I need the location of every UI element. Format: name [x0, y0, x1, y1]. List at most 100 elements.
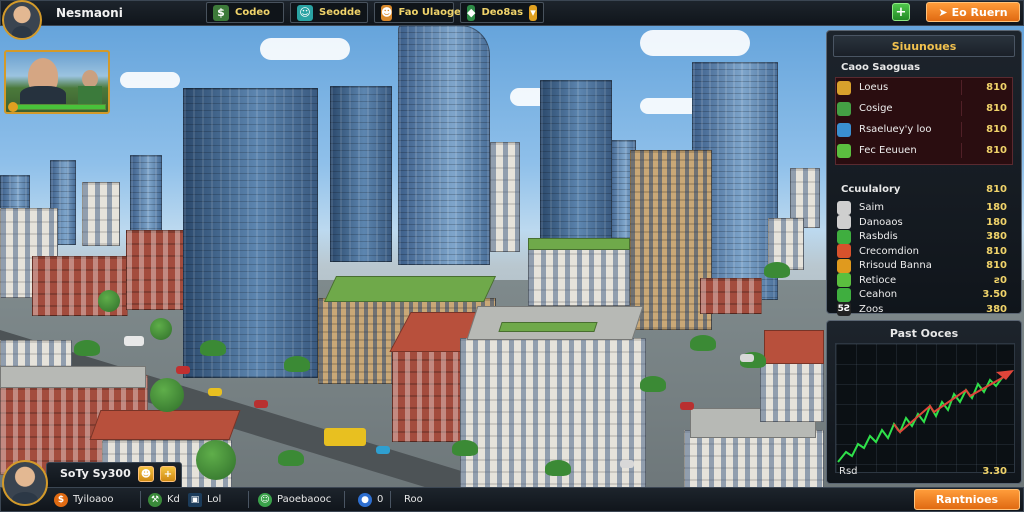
stat-label: Cosige [859, 103, 893, 114]
player-avatar[interactable] [2, 0, 42, 40]
player-name: Nesmaoni [56, 6, 123, 20]
skyscraper [540, 80, 612, 245]
tree [150, 318, 172, 340]
skyscraper [183, 88, 318, 378]
advisor-portrait[interactable] [4, 50, 110, 114]
bottom-slot-map[interactable]: ▣ Lol [188, 490, 221, 509]
bottom-slot-label: Lol [207, 494, 222, 505]
upgrade-button[interactable]: + [160, 466, 176, 482]
divider [248, 491, 249, 508]
bottom-slot-label: Kd [167, 494, 180, 505]
trend-arrow-icon [996, 370, 1014, 380]
happiness-icon: ☻ [381, 4, 393, 21]
stat-label: Retioce [859, 274, 897, 286]
building-icon [837, 80, 851, 95]
tree [196, 440, 236, 480]
stat-label: Loeus [859, 82, 889, 93]
green-roof [528, 238, 630, 250]
palm-tree [278, 450, 304, 466]
tree [98, 290, 120, 312]
rooftop-garden [323, 276, 497, 302]
stat-row[interactable]: Cosige 810 [837, 100, 1011, 117]
graph-plot[interactable] [835, 343, 1015, 473]
stat-label: Ceahon [859, 289, 898, 300]
taxi [208, 388, 222, 396]
resource-defense[interactable]: ◆ Deo8as ▾ [460, 2, 544, 23]
bottom-slot-label: Roo [404, 494, 423, 505]
stat-row[interactable]: Fec Eeuuen 810 [837, 142, 1011, 159]
stats-subheading: Ccuulalory [841, 184, 901, 195]
stat-label: Saim [859, 202, 884, 213]
stat-label: Rsaeluey'y loo [859, 124, 932, 135]
graph-footer-right: 3.30 [982, 466, 1007, 477]
chevron-down-icon[interactable]: ▾ [529, 4, 537, 21]
car [254, 400, 268, 408]
advisor-progress-bar [10, 104, 106, 110]
palm-tree [452, 440, 478, 456]
palm-tree [200, 340, 226, 356]
graph-footer-left: Rsd [839, 466, 858, 477]
plus-icon: + [163, 468, 173, 480]
resource-value: Fao Ulaoge [398, 7, 461, 18]
smile-icon: ☻ [140, 468, 152, 480]
palm-tree [545, 460, 571, 476]
add-button[interactable]: + [892, 3, 910, 21]
bottom-slot-build[interactable]: ⚒ Kd [148, 490, 180, 509]
stat-label: Fec Eeuuen [859, 145, 917, 156]
resource-value: Deo8as [481, 7, 524, 18]
car [680, 402, 694, 410]
bottom-slot-overview[interactable]: Roo [404, 490, 423, 509]
cloud [260, 38, 350, 60]
emote-button[interactable]: ☻ [138, 466, 154, 482]
van [124, 336, 144, 346]
palm-tree [74, 340, 100, 356]
resource-population[interactable]: ☺ Seodde [290, 2, 368, 23]
stat-value: 380 [986, 303, 1007, 315]
settings-button[interactable]: Rantnioes [914, 489, 1020, 510]
red-roof [764, 330, 824, 364]
stat-row[interactable]: 5Ꙅ Zoos 380 [837, 301, 1011, 318]
coin-icon: $ [54, 492, 68, 507]
mayor-avatar[interactable] [2, 460, 48, 506]
bottom-slot-finance[interactable]: $ Tyiloaoo [54, 490, 114, 509]
leaf-icon [837, 273, 851, 287]
return-button[interactable]: ➤ Eo Ruern [926, 2, 1020, 22]
resource-happiness[interactable]: ☻ Fao Ulaoge [374, 2, 461, 23]
stats-title: Siuunoues [833, 35, 1015, 57]
skyline-building [82, 182, 120, 246]
water-icon: ● [358, 492, 372, 507]
stats-section-heading: Caoo Saoguas [841, 62, 921, 73]
bottom-slot-citizens[interactable]: ☺ Paoebaooc [258, 490, 331, 509]
resource-cash[interactable]: $ Codeo [206, 2, 284, 23]
coin-icon [837, 244, 851, 258]
return-button-label: Eo Ruern [951, 5, 1008, 19]
stat-row[interactable]: Loeus 810 [837, 79, 1011, 96]
settings-button-label: Rantnioes [935, 493, 999, 506]
population-icon: ☺ [297, 4, 313, 21]
bottom-slot-water[interactable]: ● 0 [358, 490, 383, 509]
bottom-slot-label: Tyiloaoo [73, 494, 114, 505]
house-icon [837, 101, 851, 116]
stat-label: Zoos [859, 303, 884, 315]
cloud [640, 30, 750, 56]
counter-icon: 5Ꙅ [837, 302, 851, 316]
check-icon [837, 215, 851, 229]
resource-value: Codeo [235, 7, 271, 18]
car [620, 460, 634, 468]
red-roof [89, 410, 241, 440]
cloud [120, 72, 180, 88]
car [740, 354, 754, 362]
coin-icon [8, 102, 18, 112]
price-graph-panel: Past Ooces Rsd 3.30 [826, 320, 1022, 484]
advisor-body [78, 86, 102, 104]
skyline-building [490, 142, 520, 252]
car [176, 366, 190, 374]
roof-hedge [498, 322, 598, 332]
palm-tree [640, 376, 666, 392]
graph-title: Past Ooces [889, 327, 959, 340]
palm-tree [764, 262, 790, 278]
stat-row[interactable]: Rsaeluey'y loo 810 [837, 121, 1011, 138]
bus [324, 428, 366, 446]
curved-skyscraper [398, 25, 490, 265]
stat-label: Danoaos [859, 216, 903, 228]
